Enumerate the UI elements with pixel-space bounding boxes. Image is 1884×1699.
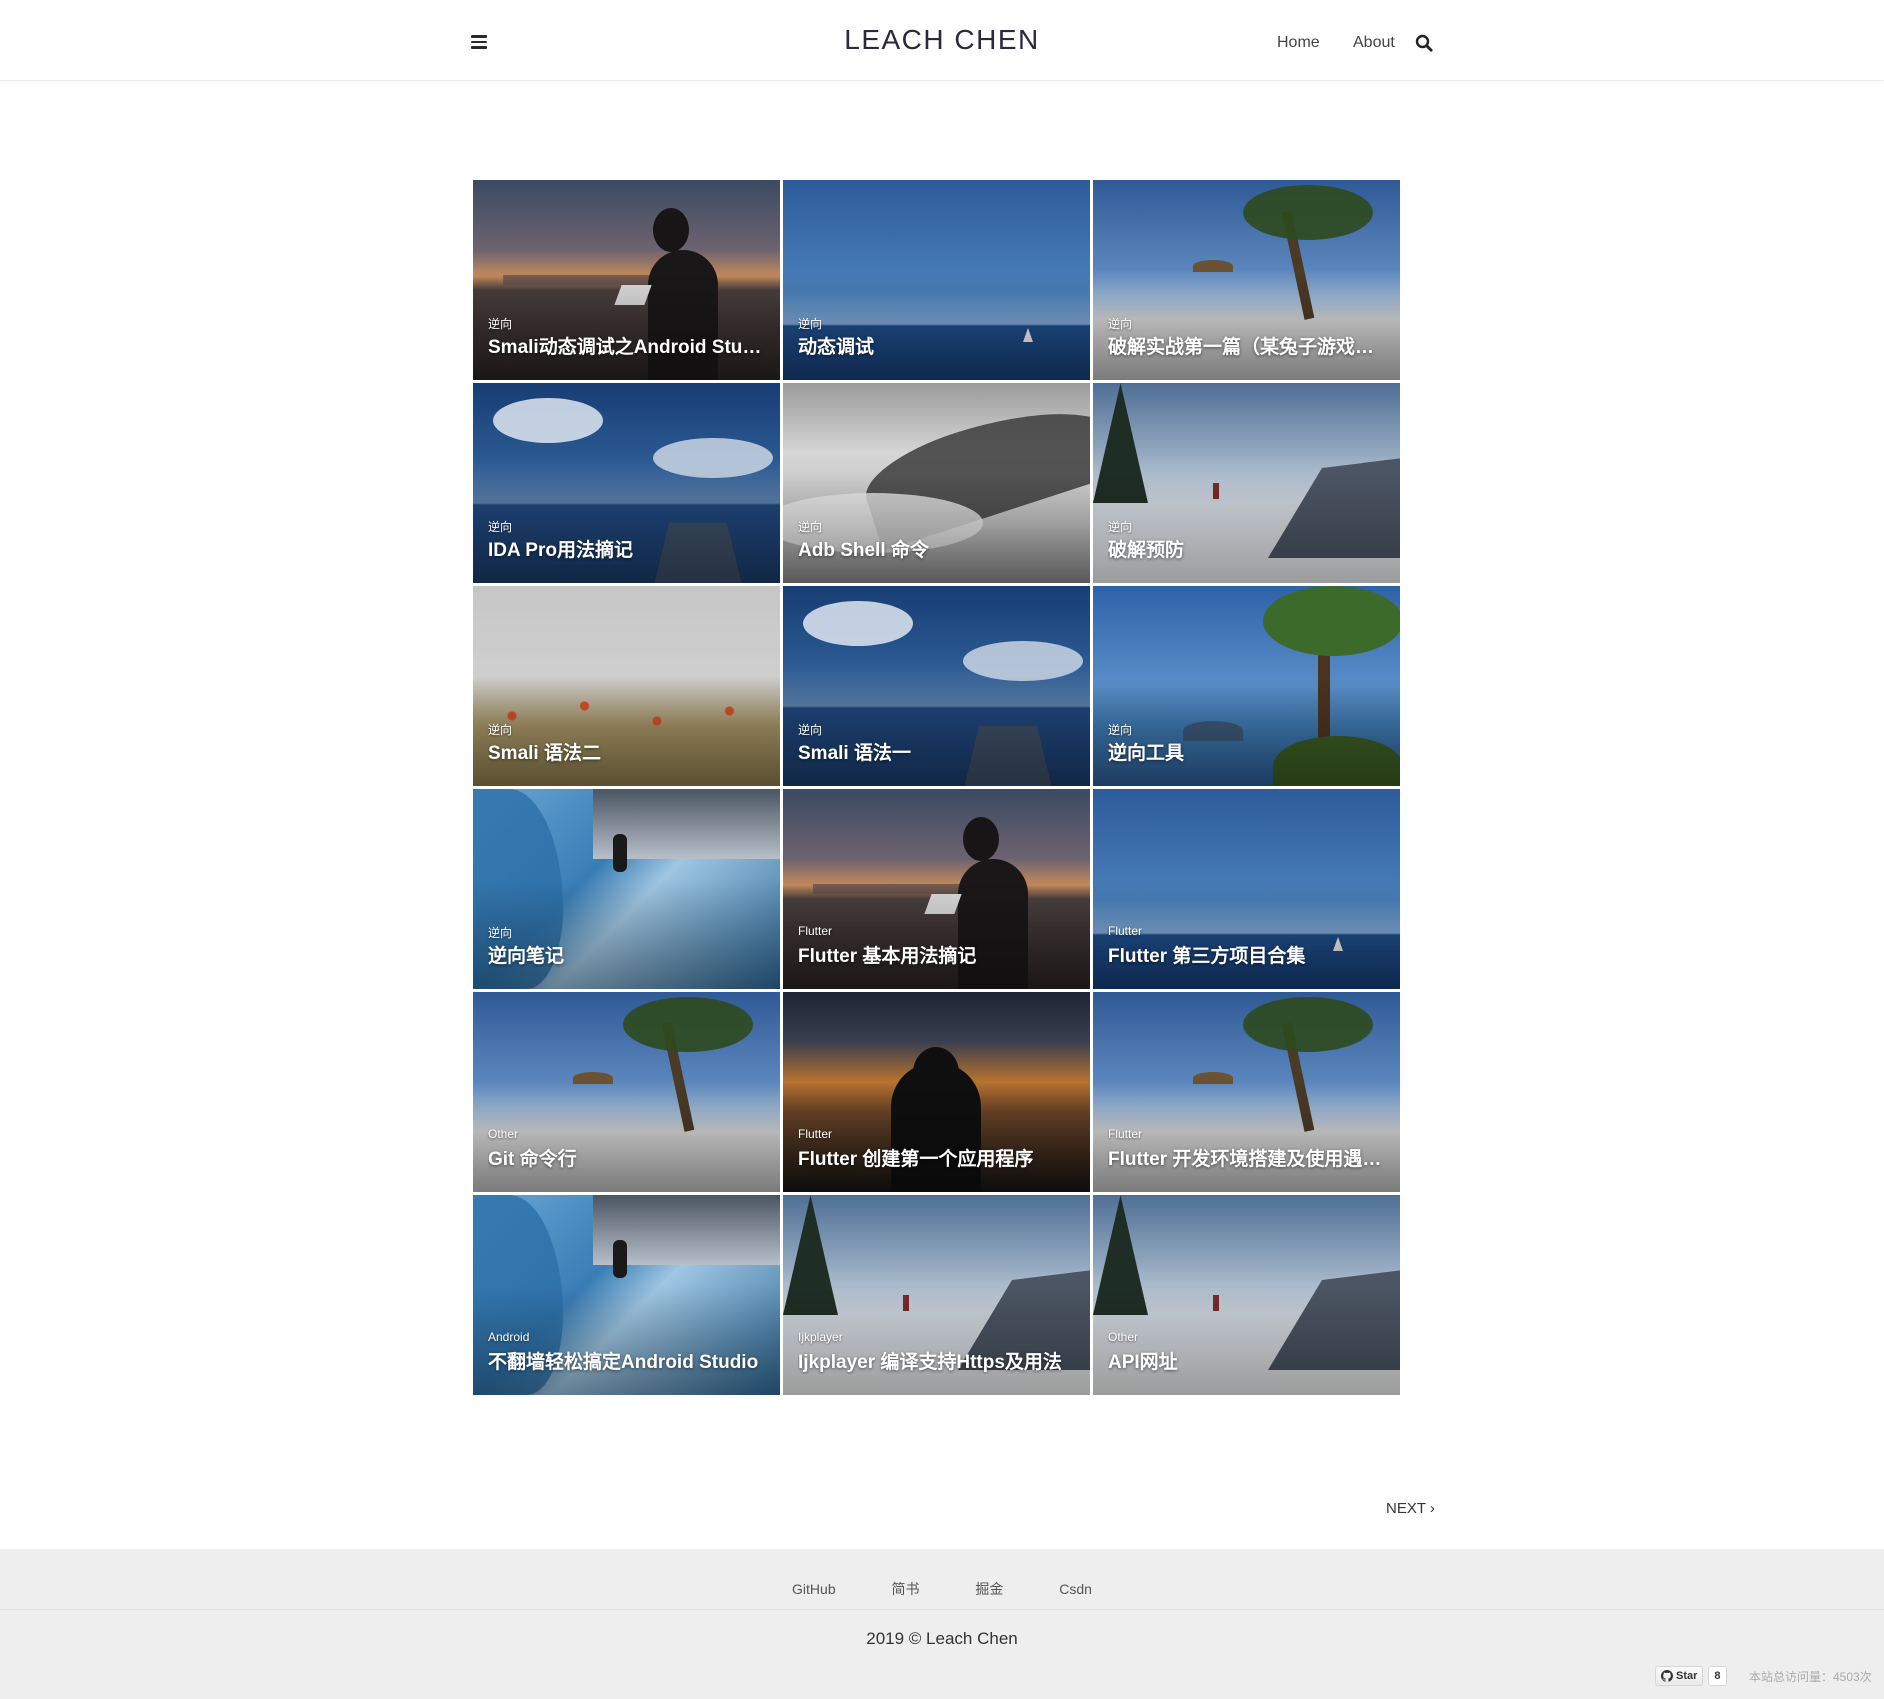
post-category[interactable]: Other <box>1108 1330 1138 1344</box>
post-category[interactable]: 逆向 <box>488 721 512 738</box>
footer-divider <box>0 1609 1884 1610</box>
post-category[interactable]: 逆向 <box>1108 315 1132 332</box>
nav-home-link[interactable]: Home <box>1277 34 1320 52</box>
post-category[interactable]: Flutter <box>798 1127 832 1141</box>
github-icon <box>1661 1670 1673 1682</box>
post-category[interactable]: Flutter <box>1108 924 1142 938</box>
post-title[interactable]: Flutter 开发环境搭建及使用遇到的问题 <box>1108 1144 1388 1171</box>
site-title[interactable]: LEACH CHEN <box>844 24 1039 55</box>
copyright-text: 2019 © Leach Chen <box>866 1629 1018 1648</box>
footer-links: GitHub 简书 掘金 Csdn <box>0 1579 1884 1599</box>
post-category[interactable]: 逆向 <box>798 315 822 332</box>
post-category[interactable]: 逆向 <box>1108 721 1132 738</box>
nav-about-link[interactable]: About <box>1353 34 1395 52</box>
github-star-button[interactable]: Star <box>1655 1666 1704 1686</box>
post-card[interactable]: Other Git 命令行 <box>473 992 780 1192</box>
post-category[interactable]: Flutter <box>1108 1127 1142 1141</box>
post-title[interactable]: API网址 <box>1108 1347 1388 1374</box>
post-card[interactable]: 逆向 Adb Shell 命令 <box>783 383 1090 583</box>
post-title[interactable]: Flutter 第三方项目合集 <box>1108 941 1388 968</box>
post-card[interactable]: Flutter Flutter 第三方项目合集 <box>1093 789 1400 989</box>
post-category[interactable]: Android <box>488 1330 529 1344</box>
post-grid: 逆向 Smali动态调试之Android Studio 逆向 动态调试 逆向 破解实战… <box>473 180 1401 1396</box>
site-footer: GitHub 简书 掘金 Csdn 2019 © Leach Chen Star… <box>0 1549 1884 1699</box>
post-title[interactable]: Flutter 基本用法摘记 <box>798 941 1078 968</box>
footer-link-github[interactable]: GitHub <box>792 1581 836 1597</box>
github-star-label: Star <box>1676 1670 1698 1682</box>
post-card[interactable]: 逆向 IDA Pro用法摘记 <box>473 383 780 583</box>
post-category[interactable]: Other <box>488 1127 518 1141</box>
search-icon[interactable] <box>1415 34 1433 52</box>
post-title[interactable]: Ijkplayer 编译支持Https及用法 <box>798 1347 1078 1374</box>
post-title[interactable]: 逆向工具 <box>1108 738 1388 765</box>
post-card[interactable]: 逆向 破解预防 <box>1093 383 1400 583</box>
post-title[interactable]: 逆向笔记 <box>488 941 768 968</box>
post-card[interactable]: 逆向 Smali动态调试之Android Studio <box>473 180 780 380</box>
site-title-wrap: LEACH CHEN <box>0 24 1884 56</box>
post-category[interactable]: 逆向 <box>488 518 512 535</box>
post-category[interactable]: Flutter <box>798 924 832 938</box>
post-card[interactable]: 逆向 破解实战第一篇（某兔子游戏破解） <box>1093 180 1400 380</box>
post-card[interactable]: 逆向 逆向笔记 <box>473 789 780 989</box>
post-category[interactable]: 逆向 <box>798 721 822 738</box>
post-title[interactable]: Smali动态调试之Android Studio <box>488 332 768 359</box>
post-card[interactable]: 逆向 动态调试 <box>783 180 1090 380</box>
next-page-link[interactable]: NEXT › <box>1386 1500 1435 1517</box>
footer-link-csdn[interactable]: Csdn <box>1059 1581 1092 1597</box>
post-title[interactable]: Git 命令行 <box>488 1144 768 1171</box>
post-category[interactable]: 逆向 <box>798 518 822 535</box>
post-card[interactable]: 逆向 逆向工具 <box>1093 586 1400 786</box>
post-title[interactable]: Smali 语法二 <box>488 738 768 765</box>
post-title[interactable]: 动态调试 <box>798 332 1078 359</box>
site-header: LEACH CHEN Home About <box>0 0 1884 81</box>
post-title[interactable]: Adb Shell 命令 <box>798 535 1078 562</box>
post-card[interactable]: Flutter Flutter 基本用法摘记 <box>783 789 1090 989</box>
visit-count-text: 本站总访问量：4503次 <box>1749 1670 1872 1684</box>
post-category[interactable]: Ijkplayer <box>798 1330 843 1344</box>
post-card[interactable]: Android 不翻墙轻松搞定Android Studio <box>473 1195 780 1395</box>
post-title[interactable]: Flutter 创建第一个应用程序 <box>798 1144 1078 1171</box>
post-card[interactable]: Flutter Flutter 开发环境搭建及使用遇到的问题 <box>1093 992 1400 1192</box>
footer-link-jianshu[interactable]: 简书 <box>892 1581 920 1597</box>
post-category[interactable]: 逆向 <box>488 924 512 941</box>
post-title[interactable]: IDA Pro用法摘记 <box>488 535 768 562</box>
hamburger-menu-icon[interactable] <box>471 35 487 49</box>
post-card[interactable]: Other API网址 <box>1093 1195 1400 1395</box>
post-title[interactable]: 破解实战第一篇（某兔子游戏破解） <box>1108 332 1388 359</box>
post-title[interactable]: 破解预防 <box>1108 535 1388 562</box>
post-card[interactable]: 逆向 Smali 语法一 <box>783 586 1090 786</box>
github-star-widget: Star 8 <box>1655 1666 1727 1686</box>
github-star-count[interactable]: 8 <box>1708 1666 1727 1686</box>
post-title[interactable]: Smali 语法一 <box>798 738 1078 765</box>
post-card[interactable]: Flutter Flutter 创建第一个应用程序 <box>783 992 1090 1192</box>
post-category[interactable]: 逆向 <box>1108 518 1132 535</box>
post-card[interactable]: Ijkplayer Ijkplayer 编译支持Https及用法 <box>783 1195 1090 1395</box>
post-category[interactable]: 逆向 <box>488 315 512 332</box>
footer-link-juejin[interactable]: 掘金 <box>975 1581 1003 1597</box>
post-title[interactable]: 不翻墙轻松搞定Android Studio <box>488 1347 768 1374</box>
post-card[interactable]: 逆向 Smali 语法二 <box>473 586 780 786</box>
